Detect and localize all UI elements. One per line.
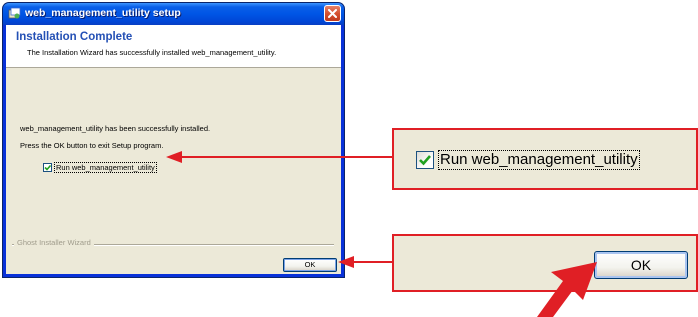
ghost-installer-label: Ghost Installer Wizard bbox=[14, 238, 94, 247]
run-checkbox-label[interactable]: Run web_management_utility bbox=[54, 162, 157, 173]
run-checkbox[interactable] bbox=[43, 163, 52, 172]
checkmark-icon bbox=[419, 155, 431, 166]
checkbox-zoom-callout: Run web_management_utility bbox=[392, 128, 698, 190]
ok-pointer-arrow bbox=[338, 256, 392, 268]
setup-app-icon bbox=[8, 7, 21, 19]
setup-dialog: web_management_utility setup Installatio… bbox=[3, 3, 344, 277]
page-subtitle: The Installation Wizard has successfully… bbox=[27, 48, 277, 57]
checkmark-icon bbox=[44, 164, 51, 171]
zoomed-ok-button[interactable]: OK bbox=[594, 251, 688, 279]
run-checkbox-row[interactable]: Run web_management_utility bbox=[43, 162, 157, 173]
close-button[interactable] bbox=[324, 5, 341, 22]
installed-message: web_management_utility has been successf… bbox=[20, 124, 211, 133]
zoomed-run-checkbox-label[interactable]: Run web_management_utility bbox=[438, 150, 640, 170]
ok-zoom-callout: OK bbox=[392, 234, 698, 292]
zoomed-run-checkbox-row[interactable]: Run web_management_utility bbox=[416, 150, 640, 170]
title-bar[interactable]: web_management_utility setup bbox=[3, 3, 344, 25]
zoomed-run-checkbox[interactable] bbox=[416, 151, 434, 169]
page-title: Installation Complete bbox=[16, 31, 133, 43]
ok-button[interactable]: OK bbox=[283, 258, 337, 272]
dialog-client-area: Installation Complete The Installation W… bbox=[6, 25, 341, 274]
window-title: web_management_utility setup bbox=[25, 7, 181, 19]
exit-instruction: Press the OK button to exit Setup progra… bbox=[20, 141, 164, 150]
header-panel: Installation Complete The Installation W… bbox=[6, 25, 341, 68]
close-icon bbox=[328, 9, 337, 18]
